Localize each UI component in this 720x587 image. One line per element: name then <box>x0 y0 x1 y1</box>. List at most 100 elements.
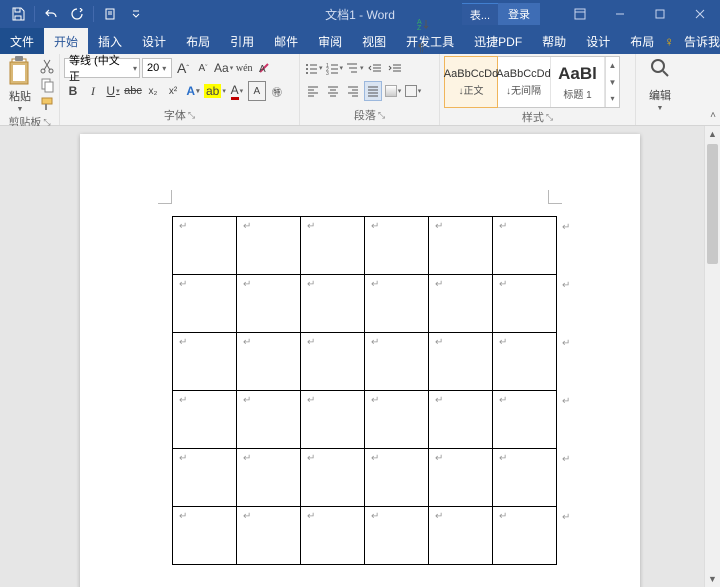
document-table[interactable]: ↵↵↵↵↵↵↵↵↵↵↵↵↵↵↵↵↵↵↵↵↵↵↵↵↵↵↵↵↵↵↵↵↵↵↵↵ <box>172 216 557 565</box>
tab-table-layout[interactable]: 布局 <box>620 28 664 54</box>
table-row[interactable]: ↵↵↵↵↵↵ <box>173 507 557 565</box>
table-cell[interactable]: ↵ <box>493 275 557 333</box>
table-cell[interactable]: ↵ <box>173 391 237 449</box>
style-normal[interactable]: AaBbCcDd ↓正文 <box>444 56 498 108</box>
align-left-button[interactable] <box>304 81 322 101</box>
styles-more[interactable]: ▾ <box>606 90 619 107</box>
collapse-ribbon-button[interactable]: ˄ <box>710 110 716 121</box>
font-launcher[interactable]: ⤡ <box>188 110 195 121</box>
styles-launcher[interactable]: ⤡ <box>546 112 553 123</box>
vertical-scrollbar[interactable]: ▲ ▼ <box>704 126 720 587</box>
table-cell[interactable]: ↵ <box>493 391 557 449</box>
table-cell[interactable]: ↵ <box>237 275 301 333</box>
styles-up[interactable]: ▲ <box>606 57 619 74</box>
table-cell[interactable]: ↵ <box>493 507 557 565</box>
scroll-up-button[interactable]: ▲ <box>705 126 720 142</box>
save-button[interactable] <box>6 2 30 26</box>
minimize-button[interactable] <box>600 0 640 28</box>
bold-button[interactable]: B <box>64 81 82 101</box>
table-cell[interactable]: ↵ <box>429 333 493 391</box>
table-cell[interactable]: ↵ <box>429 391 493 449</box>
table-cell[interactable]: ↵ <box>429 217 493 275</box>
tab-layout[interactable]: 布局 <box>176 28 220 54</box>
table-cell[interactable]: ↵ <box>493 449 557 507</box>
table-cell[interactable]: ↵ <box>301 333 365 391</box>
tab-file[interactable]: 文件 <box>0 28 44 54</box>
format-painter-button[interactable] <box>39 96 55 112</box>
table-cell[interactable]: ↵ <box>429 275 493 333</box>
strikethrough-button[interactable]: abc <box>124 81 142 101</box>
ribbon-options-button[interactable] <box>560 0 600 28</box>
char-border-button[interactable]: A <box>248 81 266 101</box>
tab-table-design[interactable]: 设计 <box>576 28 620 54</box>
table-cell[interactable]: ↵ <box>237 507 301 565</box>
table-cell[interactable]: ↵ <box>365 333 429 391</box>
tab-references[interactable]: 引用 <box>220 28 264 54</box>
table-cell[interactable]: ↵ <box>237 391 301 449</box>
table-cell[interactable]: ↵ <box>301 275 365 333</box>
superscript-button[interactable]: x² <box>164 81 182 101</box>
text-effects-button[interactable]: A▾ <box>184 81 202 101</box>
table-cell[interactable]: ↵ <box>365 449 429 507</box>
table-cell[interactable]: ↵ <box>173 217 237 275</box>
close-button[interactable] <box>680 0 720 28</box>
table-cell[interactable]: ↵ <box>173 275 237 333</box>
tab-review[interactable]: 审阅 <box>308 28 352 54</box>
borders-button[interactable]: ▾ <box>404 81 422 101</box>
phonetic-button[interactable]: wén <box>235 58 253 78</box>
table-tools-tab[interactable]: 表... <box>462 3 498 25</box>
tab-home[interactable]: 开始 <box>44 28 88 54</box>
table-row[interactable]: ↵↵↵↵↵↵ <box>173 275 557 333</box>
table-cell[interactable]: ↵ <box>237 217 301 275</box>
increase-indent-button[interactable] <box>386 58 404 78</box>
style-nospacing[interactable]: AaBbCcDd ↓无间隔 <box>497 57 551 107</box>
show-marks-button[interactable]: ¶ <box>414 37 432 57</box>
table-cell[interactable]: ↵ <box>429 507 493 565</box>
table-cell[interactable]: ↵ <box>301 507 365 565</box>
paste-button[interactable]: 粘贴 ▼ <box>4 56 36 113</box>
italic-button[interactable]: I <box>84 81 102 101</box>
table-cell[interactable]: ↵ <box>365 391 429 449</box>
grow-font-button[interactable]: Aˆ <box>174 58 192 78</box>
tab-xunjie[interactable]: 迅捷PDF <box>464 28 532 54</box>
table-cell[interactable]: ↵ <box>301 217 365 275</box>
qa-customize-dropdown[interactable] <box>124 2 148 26</box>
shrink-font-button[interactable]: Aˇ <box>194 58 212 78</box>
table-cell[interactable]: ↵ <box>301 449 365 507</box>
font-size-combo[interactable]: 20▾ <box>142 58 172 78</box>
table-cell[interactable]: ↵ <box>237 333 301 391</box>
table-cell[interactable]: ↵ <box>365 275 429 333</box>
decrease-indent-button[interactable] <box>366 58 384 78</box>
tab-view[interactable]: 视图 <box>352 28 396 54</box>
table-row[interactable]: ↵↵↵↵↵↵ <box>173 391 557 449</box>
qa-new-button[interactable] <box>98 2 122 26</box>
enclose-char-button[interactable]: ㊕ <box>268 81 286 101</box>
multilevel-list-button[interactable]: ▾ <box>345 58 364 78</box>
scroll-thumb[interactable] <box>707 144 718 264</box>
justify-button[interactable] <box>364 81 382 101</box>
tab-design[interactable]: 设计 <box>132 28 176 54</box>
login-button[interactable]: 登录 <box>498 3 540 25</box>
table-cell[interactable]: ↵ <box>493 217 557 275</box>
table-row[interactable]: ↵↵↵↵↵↵ <box>173 217 557 275</box>
font-name-combo[interactable]: 等线 (中文正▾ <box>64 58 140 78</box>
sort-button[interactable]: AZ <box>414 14 432 34</box>
maximize-button[interactable] <box>640 0 680 28</box>
tab-help[interactable]: 帮助 <box>532 28 576 54</box>
table-cell[interactable]: ↵ <box>173 449 237 507</box>
table-cell[interactable]: ↵ <box>301 391 365 449</box>
table-cell[interactable]: ↵ <box>429 449 493 507</box>
tab-insert[interactable]: 插入 <box>88 28 132 54</box>
find-button[interactable] <box>648 56 672 85</box>
bullets-button[interactable]: ▾ <box>304 58 323 78</box>
font-color-button[interactable]: A▾ <box>228 81 246 101</box>
table-cell[interactable]: ↵ <box>237 449 301 507</box>
table-row[interactable]: ↵↵↵↵↵↵ <box>173 449 557 507</box>
edit-dropdown[interactable]: ▼ <box>657 105 664 112</box>
table-row[interactable]: ↵↵↵↵↵↵ <box>173 333 557 391</box>
highlight-button[interactable]: ab▾ <box>204 81 226 101</box>
align-center-button[interactable] <box>324 81 342 101</box>
scroll-down-button[interactable]: ▼ <box>705 571 720 587</box>
tellme-button[interactable]: 告诉我 <box>678 33 720 50</box>
underline-button[interactable]: U▾ <box>104 81 122 101</box>
